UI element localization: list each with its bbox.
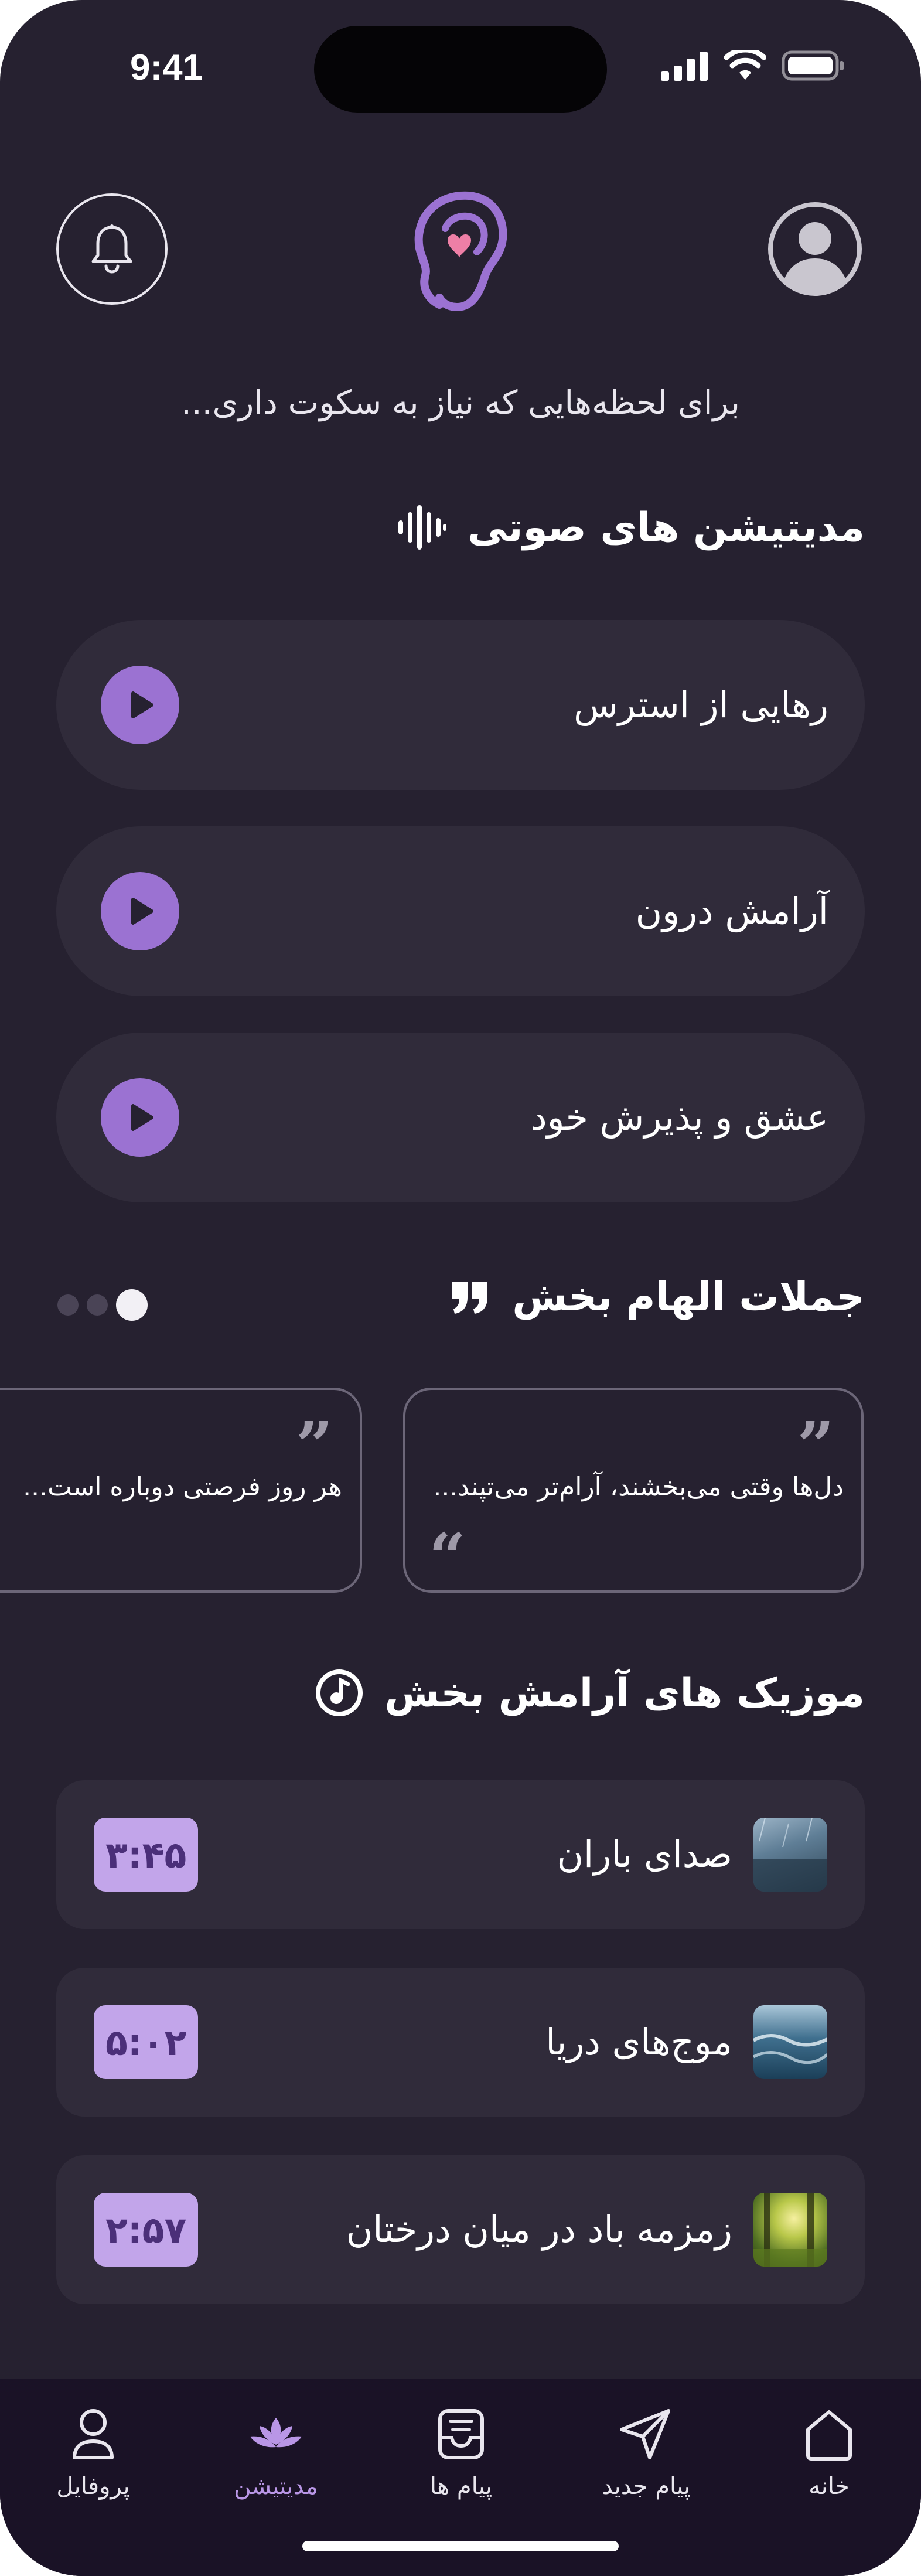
battery-icon (782, 50, 844, 81)
status-time: 9:41 (130, 47, 203, 88)
play-button[interactable] (101, 872, 179, 950)
music-title: موزیک های آرامش بخش (384, 1669, 865, 1716)
quote-open-icon: ” (295, 1408, 333, 1483)
music-header: موزیک های آرامش بخش (315, 1669, 865, 1717)
forest-thumbnail (753, 2193, 827, 2267)
quote-text: دل‌ها وقتی می‌بخشند، آرام‌تر می‌تپند... (433, 1472, 844, 1502)
music-item[interactable]: موج‌های دریا ۵:۰۲ (56, 1968, 865, 2117)
send-icon (620, 2409, 670, 2459)
profile-button[interactable] (759, 193, 871, 305)
duration-badge: ۲:۵۷ (94, 2193, 199, 2267)
meditation-item[interactable]: آرامش درون (56, 826, 865, 996)
quote-mark-icon (452, 1282, 488, 1314)
status-icons (661, 50, 845, 81)
nav-item-profile[interactable]: پروفایل (26, 2406, 161, 2523)
music-item-title: زمزمه باد در میان درختان (346, 2208, 732, 2251)
inbox-icon (438, 2409, 484, 2459)
ear-heart-logo-icon (414, 191, 507, 312)
dynamic-island (314, 26, 607, 113)
home-icon (806, 2410, 852, 2461)
app-logo (404, 188, 516, 316)
meditation-label: آرامش درون (635, 890, 828, 932)
nav-label: مدیتیشن (234, 2473, 318, 2500)
music-note-icon (316, 1669, 363, 1716)
play-button[interactable] (101, 666, 179, 744)
quotes-header: جملات الهام بخش (450, 1274, 865, 1320)
nav-item-new-message[interactable]: پیام جدید (579, 2406, 714, 2523)
music-item-title: صدای باران (557, 1833, 733, 1876)
wifi-icon (724, 50, 766, 80)
play-button[interactable] (101, 1078, 179, 1157)
play-icon (131, 691, 154, 718)
notifications-button[interactable] (56, 193, 168, 305)
pagination-dot[interactable] (87, 1294, 108, 1316)
quotes-title: جملات الهام بخش (512, 1274, 865, 1320)
rain-thumbnail (753, 1818, 827, 1892)
nav-label: خانه (809, 2473, 850, 2500)
music-item[interactable]: زمزمه باد در میان درختان ۲:۵۷ (56, 2155, 865, 2304)
nav-label: پروفایل (56, 2473, 130, 2500)
duration-badge: ۵:۰۲ (94, 2005, 199, 2079)
bell-icon (91, 224, 132, 274)
home-indicator[interactable] (302, 2541, 619, 2551)
phone-screen: 9:41 (0, 0, 921, 2576)
quote-card[interactable]: ” دل‌ها وقتی می‌بخشند، آرام‌تر می‌تپند..… (403, 1388, 864, 1593)
play-icon (131, 1104, 154, 1131)
sea-waves-thumbnail (753, 2005, 827, 2079)
carousel-pagination[interactable] (57, 1289, 148, 1321)
nav-item-messages[interactable]: پیام ها (394, 2406, 528, 2523)
pagination-dot-active[interactable] (116, 1289, 148, 1321)
audio-meditations-header: مدیتیشن های صوتی (397, 504, 865, 551)
tagline: برای لحظه‌هایی که نیاز به سکوت داری... (181, 384, 740, 422)
quote-card[interactable]: ” هر روز فرصتی دوباره است... “ (0, 1388, 362, 1593)
nav-label: پیام ها (429, 2473, 493, 2500)
user-icon (73, 2409, 114, 2459)
music-item-title: موج‌های دریا (545, 2020, 732, 2063)
sound-wave-icon (398, 505, 447, 550)
quote-open-icon: ” (797, 1408, 834, 1483)
quote-close-icon: “ (429, 1519, 466, 1594)
nav-item-home[interactable]: خانه (762, 2406, 896, 2523)
play-icon (131, 898, 154, 925)
meditation-label: رهایی از استرس (574, 683, 828, 726)
signal-icon (661, 52, 708, 81)
user-avatar-icon (768, 202, 862, 296)
lotus-icon (250, 2418, 302, 2448)
meditation-item[interactable]: عشق و پذیرش خود (56, 1033, 865, 1202)
pagination-dot[interactable] (57, 1294, 79, 1316)
nav-item-meditation[interactable]: مدیتیشن (209, 2406, 343, 2523)
nav-label: پیام جدید (602, 2473, 691, 2500)
duration-badge: ۳:۴۵ (94, 1818, 199, 1892)
meditation-item[interactable]: رهایی از استرس (56, 620, 865, 790)
meditation-label: عشق و پذیرش خود (531, 1096, 828, 1139)
audio-meditations-title: مدیتیشن های صوتی (468, 504, 865, 551)
music-item[interactable]: صدای باران ۳:۴۵ (56, 1780, 865, 1929)
quote-text: هر روز فرصتی دوباره است... (23, 1472, 342, 1502)
